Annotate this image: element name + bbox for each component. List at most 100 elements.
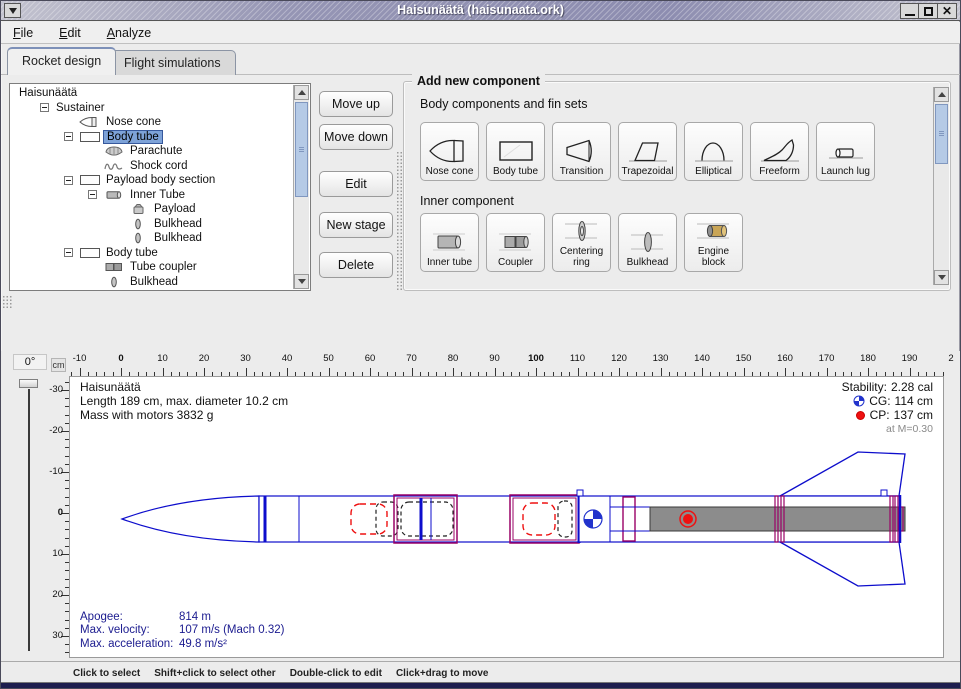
window-bottom-border <box>1 682 960 688</box>
close-button[interactable]: ✕ <box>938 3 957 19</box>
move-up-button[interactable]: Move up <box>319 91 393 117</box>
ruler-tick <box>910 368 911 376</box>
add-coupler-button[interactable]: Coupler <box>486 213 545 272</box>
delete-button[interactable]: Delete <box>319 252 393 278</box>
tree-expander-icon[interactable] <box>88 190 97 199</box>
minimize-icon <box>905 14 915 16</box>
tree-scrollbar[interactable] <box>293 85 309 289</box>
rotation-slider-handle[interactable] <box>19 379 38 388</box>
add-trapezoidal-button[interactable]: Trapezoidal <box>618 122 677 181</box>
tree-item-shock-cord[interactable]: Shock cord <box>10 159 310 174</box>
edit-button[interactable]: Edit <box>319 171 393 197</box>
tree-item-haisunäätä[interactable]: Haisunäätä <box>10 86 310 101</box>
tree-item-bulkhead[interactable]: Bulkhead <box>10 275 310 290</box>
cg-label: CG: <box>869 394 890 408</box>
ruler-tick <box>453 368 454 376</box>
component-button-label: Launch lug <box>818 167 874 178</box>
component-panel-scrollbar[interactable] <box>933 87 949 285</box>
horizontal-splitter[interactable] <box>2 295 12 309</box>
ruler-label: -20 <box>49 425 63 436</box>
scrollbar-thumb[interactable] <box>295 102 308 197</box>
tree-expander-icon[interactable] <box>64 176 73 185</box>
coupler-icon <box>101 261 127 273</box>
new-stage-button[interactable]: New stage <box>319 212 393 238</box>
ruler-label: 30 <box>233 353 259 364</box>
ruler-tick <box>80 368 81 376</box>
add-centering-ring-button[interactable]: Centering ring <box>552 213 611 272</box>
vertical-splitter[interactable] <box>396 151 403 291</box>
tree-item-bulkhead[interactable]: Bulkhead <box>10 217 310 232</box>
menu-analyze[interactable]: Analyze <box>107 26 151 40</box>
ruler-tick <box>329 368 330 376</box>
mach-note: at M=0.30 <box>842 422 933 436</box>
scroll-down-button[interactable] <box>294 274 309 289</box>
tree-item-body-tube[interactable]: Body tube <box>10 246 310 261</box>
tree-item-body-tube[interactable]: Body tube <box>10 130 310 145</box>
launch-lug-shape[interactable] <box>881 490 887 496</box>
ruler-tick <box>495 368 496 376</box>
tree-expander-icon[interactable] <box>64 132 73 141</box>
ruler-tick <box>163 368 164 376</box>
fin-bottom[interactable] <box>780 542 905 586</box>
launch-lug-shape[interactable] <box>577 490 583 496</box>
scrollbar-thumb[interactable] <box>935 104 948 164</box>
tree-item-parachute[interactable]: Parachute <box>10 144 310 159</box>
transition-icon <box>559 136 605 166</box>
fin-top[interactable] <box>780 452 905 496</box>
tree-item-sustainer[interactable]: Sustainer <box>10 101 310 116</box>
tree-item-tube-coupler[interactable]: Tube coupler <box>10 260 310 275</box>
ruler-tick <box>619 368 620 376</box>
rotation-slider-track[interactable] <box>28 389 30 651</box>
tab-flight-simulations[interactable]: Flight simulations <box>109 50 236 75</box>
tab-rocket-design[interactable]: Rocket design <box>7 47 116 75</box>
ruler-label: -30 <box>49 384 63 395</box>
tree-item-payload-body-section[interactable]: Payload body section <box>10 173 310 188</box>
tree-item-payload[interactable]: Payload <box>10 202 310 217</box>
scroll-down-button[interactable] <box>934 270 949 285</box>
body-components-label: Body components and fin sets <box>420 97 587 111</box>
ruler-label: 150 <box>731 353 757 364</box>
ruler-tick <box>744 368 745 376</box>
tree-expander-icon[interactable] <box>64 248 73 257</box>
add-engine-block-button[interactable]: Engine block <box>684 213 743 272</box>
menu-file[interactable]: File <box>13 26 33 40</box>
rocket-canvas[interactable]: Haisunäätä Length 189 cm, max. diameter … <box>69 376 944 658</box>
cp-icon <box>855 410 866 421</box>
add-launch-lug-button[interactable]: Launch lug <box>816 122 875 181</box>
move-down-button[interactable]: Move down <box>319 124 393 150</box>
menu-edit[interactable]: Edit <box>59 26 81 40</box>
arrow-down-icon <box>298 279 306 284</box>
scroll-up-button[interactable] <box>294 85 309 100</box>
add-elliptical-button[interactable]: Elliptical <box>684 122 743 181</box>
component-button-label: Bulkhead <box>620 258 676 269</box>
add-freeform-button[interactable]: Freeform <box>750 122 809 181</box>
component-button-label: Transition <box>554 167 610 178</box>
view-toolbar: Side view Back view Fit (11%) Stage 1 <box>1 309 960 351</box>
add-inner-tube-button[interactable]: Inner tube <box>420 213 479 272</box>
tree-item-inner-tube[interactable]: Inner Tube <box>10 188 310 203</box>
rocket-name: Haisunäätä <box>80 380 288 394</box>
nose-cone-icon <box>427 136 473 166</box>
add-bulkhead-button[interactable]: Bulkhead <box>618 213 677 272</box>
maximize-button[interactable] <box>919 3 938 19</box>
minimize-button[interactable] <box>900 3 919 19</box>
tree-item-nose-cone[interactable]: Nose cone <box>10 115 310 130</box>
nose-cone-shape[interactable] <box>122 496 259 542</box>
ruler-label: 20 <box>49 589 63 600</box>
tree-item-bulkhead[interactable]: Bulkhead <box>10 231 310 246</box>
tree-expander-icon[interactable] <box>40 103 49 112</box>
tree-item-label: Haisunäätä <box>16 87 80 99</box>
scroll-up-button[interactable] <box>934 87 949 102</box>
ruler-label: 10 <box>49 548 63 559</box>
add-transition-button[interactable]: Transition <box>552 122 611 181</box>
ruler-tick <box>246 368 247 376</box>
ruler-label: -10 <box>67 353 93 364</box>
bulkhead-icon <box>625 227 671 257</box>
bulkhead-icon <box>125 232 151 244</box>
title-bar[interactable]: Haisunäätä (haisunaata.ork) ✕ <box>1 1 960 21</box>
add-nose-cone-button[interactable]: Nose cone <box>420 122 479 181</box>
component-tree[interactable]: HaisunäätäSustainerNose coneBody tubePar… <box>9 83 311 291</box>
tree-item-label: Parachute <box>127 145 185 157</box>
body-tube-icon <box>77 247 103 259</box>
add-body-tube-button[interactable]: Body tube <box>486 122 545 181</box>
